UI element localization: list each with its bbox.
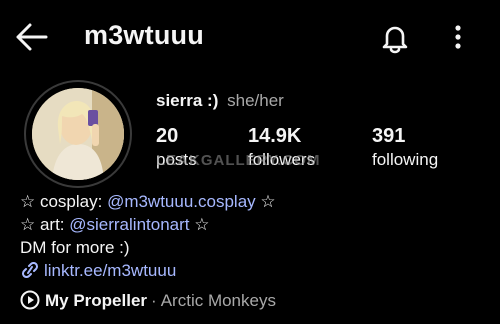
bio-cosplay-prefix: ☆ cosplay: (20, 192, 108, 211)
song-artist: Arctic Monkeys (160, 291, 276, 310)
following-label: following (372, 150, 439, 169)
followers-count: 14.9K (248, 125, 302, 147)
music-separator: · (151, 291, 157, 310)
profile-bio: ☆ cosplay: @m3wtuuu.cosplay ☆ ☆ art: @si… (20, 190, 276, 282)
bio-line-cosplay: ☆ cosplay: @m3wtuuu.cosplay ☆ (20, 190, 276, 213)
art-handle-link[interactable]: @sierralintonart (69, 215, 189, 234)
watermark-overlay: LEAKGALLERY.COM (156, 152, 321, 169)
pronouns: she/her (227, 91, 284, 110)
link-icon (20, 261, 40, 279)
song-title: My Propeller (45, 291, 148, 310)
display-name: sierra :) (156, 91, 219, 110)
profile-avatar[interactable] (24, 80, 132, 188)
bio-external-link[interactable]: linktr.ee/m3wtuuu (20, 259, 276, 282)
profile-username: m3wtuuu (84, 20, 204, 50)
back-arrow-icon[interactable] (14, 22, 50, 52)
bell-icon[interactable] (378, 22, 412, 54)
posts-count: 20 (156, 125, 179, 147)
bio-art-suffix: ☆ (189, 215, 210, 234)
bio-line-art: ☆ art: @sierralintonart ☆ (20, 213, 276, 236)
avatar-photo (32, 88, 124, 180)
top-bar: m3wtuuu (0, 0, 500, 72)
bio-line-dm: DM for more :) (20, 238, 130, 257)
cosplay-handle-link[interactable]: @m3wtuuu.cosplay (107, 192, 256, 211)
profile-name-line: sierra :) she/her (156, 91, 284, 111)
profile-music[interactable]: My Propeller · Arctic Monkeys (20, 290, 276, 311)
bio-art-prefix: ☆ art: (20, 215, 70, 234)
link-text: linktr.ee/m3wtuuu (44, 261, 177, 280)
following-count: 391 (372, 125, 406, 147)
play-circle-icon (20, 290, 40, 310)
bio-cosplay-suffix: ☆ (255, 192, 276, 211)
more-options-icon[interactable] (446, 22, 470, 52)
stat-following[interactable]: 391 following (372, 124, 438, 172)
